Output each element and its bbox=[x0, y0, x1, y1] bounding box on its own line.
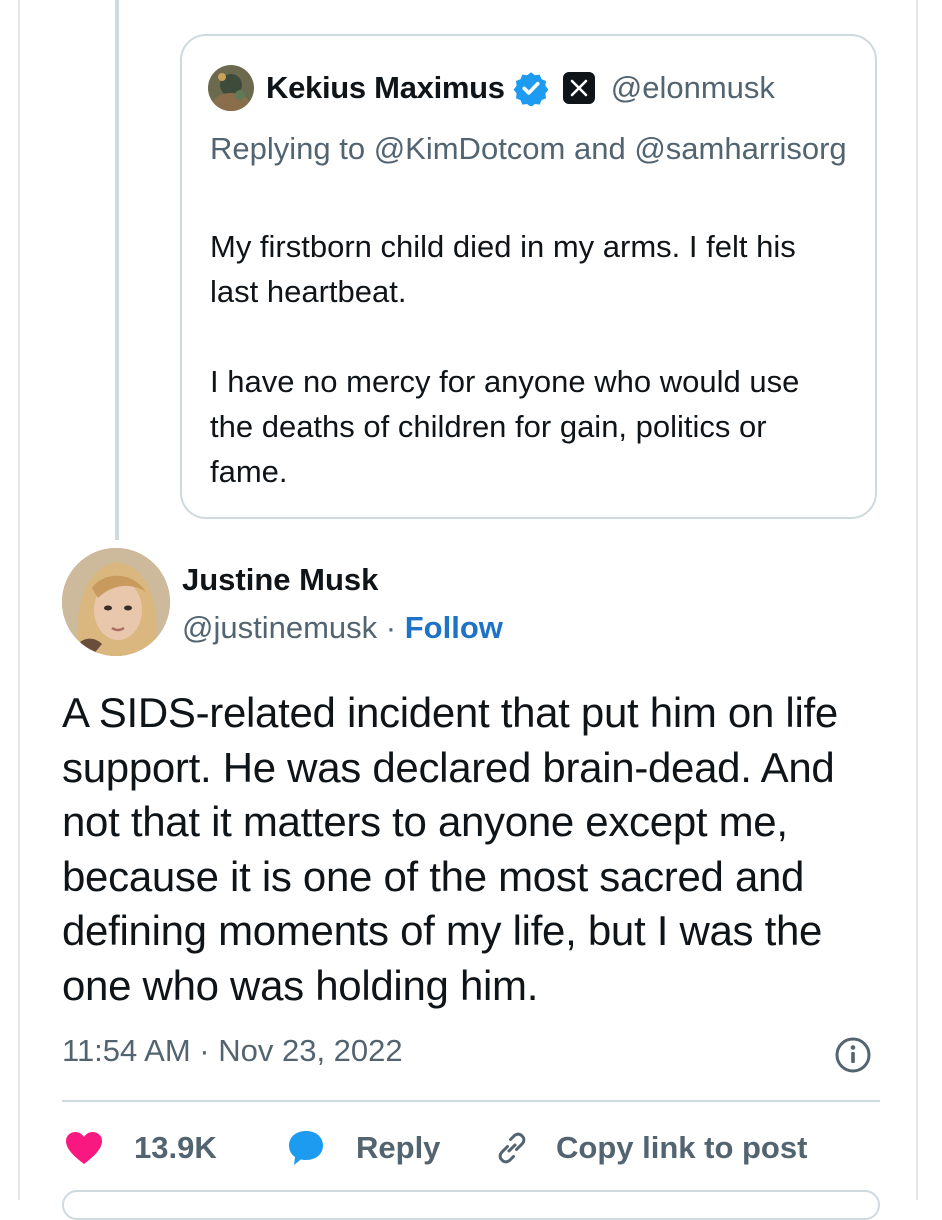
copy-link-button[interactable]: Copy link to post bbox=[492, 1118, 807, 1178]
author-info: Justine Musk @justinemusk · Follow bbox=[182, 548, 503, 656]
info-icon[interactable] bbox=[834, 1036, 872, 1074]
frame-right-border bbox=[916, 0, 918, 1200]
post-author: Justine Musk @justinemusk · Follow bbox=[62, 548, 503, 656]
like-button[interactable]: 13.9K bbox=[64, 1118, 217, 1178]
post-text: A SIDS-related incident that put him on … bbox=[62, 689, 838, 1009]
reply-label: Reply bbox=[356, 1130, 441, 1165]
divider bbox=[62, 1100, 880, 1102]
author-subline: @justinemusk · Follow bbox=[182, 608, 503, 648]
frame-left-border bbox=[18, 0, 20, 1200]
author-handle[interactable]: @justinemusk bbox=[182, 610, 377, 645]
x-logo-icon bbox=[562, 72, 595, 104]
reply-button[interactable]: Reply bbox=[286, 1118, 440, 1178]
next-card-edge bbox=[62, 1190, 880, 1220]
post-timestamp[interactable]: 11:54 AM · Nov 23, 2022 bbox=[62, 1033, 403, 1069]
like-count: 13.9K bbox=[134, 1130, 217, 1165]
copy-link-label: Copy link to post bbox=[556, 1130, 808, 1165]
quoted-paragraph: My firstborn child died in my arms. I fe… bbox=[210, 229, 796, 309]
link-icon bbox=[498, 1132, 526, 1164]
quoted-author-name[interactable]: Kekius Maximus bbox=[266, 70, 505, 106]
speech-bubble-icon bbox=[289, 1131, 323, 1165]
quoted-post-text: My firstborn child died in my arms. I fe… bbox=[210, 224, 850, 494]
quoted-post-header: Kekius Maximus @elonmusk bbox=[208, 64, 775, 112]
post-actions: 13.9K Reply Copy link to post bbox=[62, 1118, 880, 1178]
author-name[interactable]: Justine Musk bbox=[182, 560, 503, 600]
quoted-avatar[interactable] bbox=[208, 65, 254, 111]
verified-badge-icon bbox=[513, 72, 549, 106]
quoted-author-handle[interactable]: @elonmusk bbox=[611, 70, 775, 106]
quoted-post-card[interactable]: Kekius Maximus @elonmusk Replying to @Ki… bbox=[180, 34, 877, 519]
follow-button[interactable]: Follow bbox=[405, 610, 503, 645]
author-avatar[interactable] bbox=[62, 548, 170, 656]
replying-to-line[interactable]: Replying to @KimDotcom and @samharrisorg bbox=[210, 126, 850, 171]
quoted-paragraph: I have no mercy for anyone who would use… bbox=[210, 364, 800, 489]
heart-icon bbox=[66, 1132, 102, 1164]
thread-connector-line bbox=[115, 0, 119, 540]
dot-separator: · bbox=[385, 610, 397, 645]
